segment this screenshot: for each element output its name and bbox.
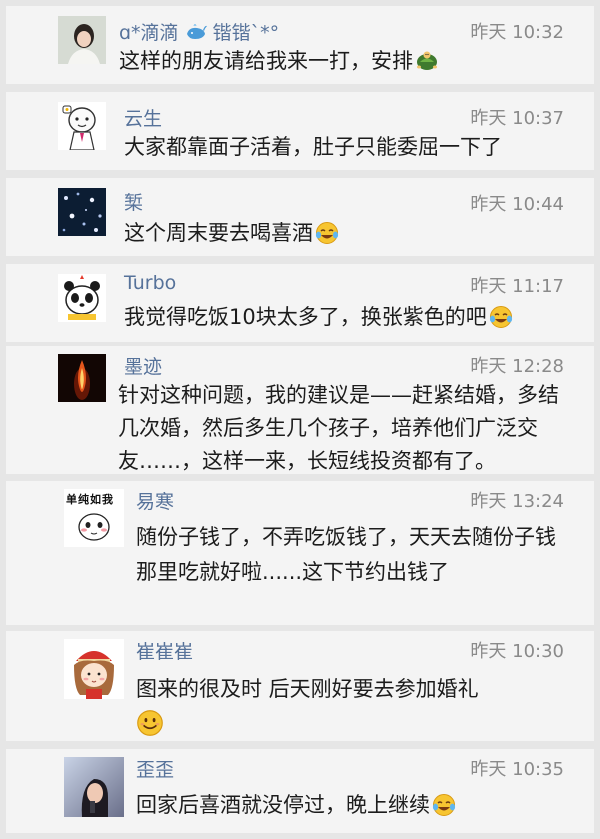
commenter-name[interactable]: 歪歪 [136,755,174,782]
commenter-name[interactable]: 易寒 [136,487,174,514]
commenter-name[interactable]: 墨迹 [124,352,162,379]
avatar[interactable] [58,102,106,150]
comment-card: 歪歪 昨天 10:35 回家后喜酒就没停过，晚上继续 [6,749,594,833]
avatar[interactable]: 单纯如我 [64,489,124,547]
commenter-name[interactable]: 椠 [124,188,143,215]
comment-text: 大家都靠面子活着，肚子只能委屈一下了 [124,131,568,164]
avatar[interactable] [58,188,106,236]
avatar[interactable] [58,16,106,64]
comment-text-body: 我觉得吃饭10块太多了，换张紫色的吧 [124,305,487,329]
comment-card: 单纯如我 易寒 昨天 13:24 随份子钱了，不弄吃饭钱了，天天去随份子钱那里吃… [6,481,594,625]
comment-text-body: 这个周末要去喝喜酒 [124,221,313,245]
commenter-name[interactable]: 崔崔崔 [136,637,193,664]
comment-text-body: 针对这种问题，我的建议是——赶紧结婚，多结几次婚，然后多生几个孩子，培养他们广泛… [118,383,559,473]
comment-text: 针对这种问题，我的建议是——赶紧结婚，多结几次婚，然后多生几个孩子，培养他们广泛… [118,379,568,478]
comment-text-body: 图来的很及时 后天刚好要去参加婚礼 [136,677,479,701]
commenter-name-part: 锴锴`*° [212,22,280,44]
comment-card: Turbo 昨天 11:17 我觉得吃饭10块太多了，换张紫色的吧 [6,264,594,342]
commenter-name[interactable]: Turbo [124,272,176,294]
comment-card: 椠 昨天 10:44 这个周末要去喝喜酒 [6,178,594,256]
comment-time: 昨天 10:32 [470,22,564,43]
comment-text: 图来的很及时 后天刚好要去参加婚礼 [136,671,568,743]
comment-time: 昨天 12:28 [470,356,564,377]
comment-text: 这样的朋友请给我来一打，安排 [119,45,568,78]
crying-laugh-emoji-icon [315,221,339,245]
comment-text-body: 大家都靠面子活着，肚子只能委屈一下了 [124,135,502,159]
comment-time: 昨天 13:24 [470,491,564,512]
whale-icon [185,23,207,41]
smile-emoji-icon [136,709,164,737]
comment-time: 昨天 10:37 [470,108,564,129]
avatar[interactable] [64,757,124,817]
avatar-caption: 单纯如我 [66,493,114,506]
crying-laugh-emoji-icon [489,305,513,329]
commenter-name[interactable]: ɑ*滴滴 锴锴`*° [119,18,279,45]
comment-text: 我觉得吃饭10块太多了，换张紫色的吧 [124,301,568,334]
crying-laugh-emoji-icon [432,793,456,817]
comment-text-body: 随份子钱了，不弄吃饭钱了，天天去随份子钱那里吃就好啦......这下节约出钱了 [136,525,556,584]
comment-text-body: 这样的朋友请给我来一打，安排 [119,49,413,73]
comment-card: 崔崔崔 昨天 10:30 图来的很及时 后天刚好要去参加婚礼 [6,631,594,741]
avatar[interactable] [64,639,124,699]
avatar[interactable] [58,354,106,402]
comment-card: 云生 昨天 10:37 大家都靠面子活着，肚子只能委屈一下了 [6,92,594,170]
comment-text-body: 回家后喜酒就没停过，晚上继续 [136,793,430,817]
comment-text: 回家后喜酒就没停过，晚上继续 [136,789,568,822]
comment-time: 昨天 11:17 [470,276,564,297]
comment-text: 随份子钱了，不弄吃饭钱了，天天去随份子钱那里吃就好啦......这下节约出钱了 [136,520,568,590]
avatar[interactable] [58,274,106,322]
comment-card: ɑ*滴滴 锴锴`*° 昨天 10:32 这样的朋友请给我来一打，安排 [6,6,594,84]
turtle-emoji-icon [415,49,439,73]
commenter-name-part: ɑ*滴滴 [119,22,179,44]
comment-text: 这个周末要去喝喜酒 [124,217,568,250]
comment-card: 墨迹 昨天 12:28 针对这种问题，我的建议是——赶紧结婚，多结几次婚，然后多… [6,346,594,474]
comment-time: 昨天 10:44 [470,194,564,215]
comment-time: 昨天 10:35 [470,759,564,780]
comment-time: 昨天 10:30 [470,641,564,662]
commenter-name[interactable]: 云生 [124,104,162,131]
